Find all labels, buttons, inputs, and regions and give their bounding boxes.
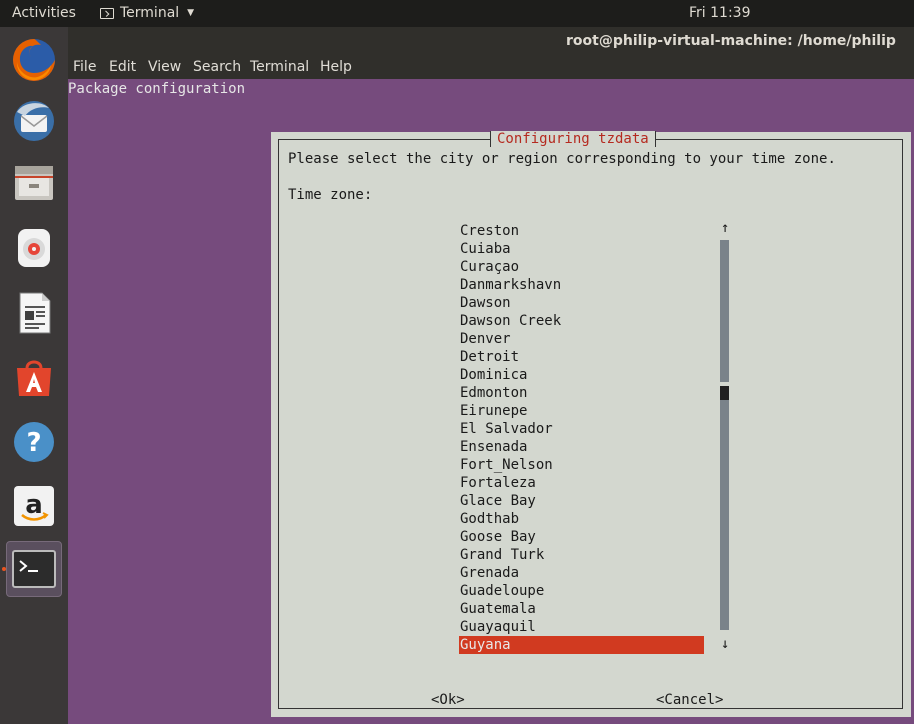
menu-edit[interactable]: Edit [109,59,136,75]
amazon-icon: a [14,486,54,526]
list-item[interactable]: El Salvador [459,420,704,438]
time-zone-list[interactable]: Creston Cuiaba Curaçao Danmarkshavn Daws… [459,222,704,654]
app-menu[interactable]: Terminal ▼ [100,5,194,21]
time-zone-label: Time zone: [288,187,373,203]
terminal-content[interactable]: Package configuration Configuring tzdata… [68,79,914,724]
menu-file[interactable]: File [73,59,96,75]
svg-text:?: ? [26,428,41,458]
list-item[interactable]: Dawson Creek [459,312,704,330]
rhythmbox-icon [18,229,50,267]
terminal-window: root@philip-virtual-machine: /home/phili… [68,27,914,724]
menu-search[interactable]: Search [193,59,241,75]
list-item[interactable]: Dominica [459,366,704,384]
running-indicator [2,567,6,571]
terminal-icon [12,550,56,588]
list-item[interactable]: Glace Bay [459,492,704,510]
dock-item-help[interactable]: ? [6,414,62,470]
list-item[interactable]: Grenada [459,564,704,582]
package-configuration-header: Package configuration [68,81,246,97]
firefox-icon [13,39,55,81]
list-item[interactable]: Creston [459,222,704,240]
menu-view[interactable]: View [148,59,181,75]
list-item[interactable]: Godthab [459,510,704,528]
window-titlebar[interactable]: root@philip-virtual-machine: /home/phili… [68,27,914,55]
scrollbar-thumb[interactable] [720,386,729,400]
menu-help[interactable]: Help [320,59,352,75]
list-item[interactable]: Ensenada [459,438,704,456]
dock: ? a [0,27,68,724]
list-item-selected[interactable]: Guyana [459,636,704,654]
ok-button[interactable]: <Ok> [431,692,465,708]
list-item[interactable]: Danmarkshavn [459,276,704,294]
dock-item-writer[interactable] [6,285,62,341]
dock-item-files[interactable] [6,155,62,211]
list-item[interactable]: Guatemala [459,600,704,618]
activities-button[interactable]: Activities [12,5,76,21]
dialog-prompt: Please select the city or region corresp… [288,151,836,167]
dialog-title: Configuring tzdata [490,131,656,147]
scrollbar-track[interactable] [720,240,729,630]
top-bar: Activities Terminal ▼ Fri 11:39 [0,0,914,27]
menu-terminal[interactable]: Terminal [250,59,309,75]
files-icon [15,166,53,200]
window-title: root@philip-virtual-machine: /home/phili… [566,33,896,49]
scroll-up-arrow-icon[interactable]: ↑ [721,220,729,236]
menu-bar: File Edit View Search Terminal Help [68,55,914,79]
app-menu-label: Terminal [120,5,180,21]
list-item[interactable]: Dawson [459,294,704,312]
list-item[interactable]: Fort_Nelson [459,456,704,474]
clock[interactable]: Fri 11:39 [689,5,750,21]
list-item[interactable]: Denver [459,330,704,348]
terminal-small-icon [100,7,114,19]
writer-icon [19,292,51,334]
list-item[interactable]: Cuiaba [459,240,704,258]
software-icon [17,360,51,396]
list-item[interactable]: Goose Bay [459,528,704,546]
scroll-down-arrow-icon[interactable]: ↓ [721,636,729,652]
list-item[interactable]: Fortaleza [459,474,704,492]
dock-item-terminal[interactable] [6,541,62,597]
list-item[interactable]: Guadeloupe [459,582,704,600]
cancel-button[interactable]: <Cancel> [656,692,723,708]
dock-item-rhythmbox[interactable] [6,220,62,276]
caret-down-icon: ▼ [187,8,195,18]
dock-item-firefox[interactable] [6,32,62,88]
tzdata-dialog: Configuring tzdata Please select the cit… [271,131,911,717]
list-item[interactable]: Detroit [459,348,704,366]
list-item[interactable]: Guayaquil [459,618,704,636]
dock-item-thunderbird[interactable] [6,93,62,149]
dock-item-software[interactable] [6,349,62,405]
dock-item-amazon[interactable]: a [6,478,62,534]
list-item[interactable]: Curaçao [459,258,704,276]
list-item[interactable]: Edmonton [459,384,704,402]
help-icon: ? [14,422,54,462]
svg-text:a: a [25,490,43,520]
list-item[interactable]: Eirunepe [459,402,704,420]
thunderbird-icon [14,101,54,141]
list-item[interactable]: Grand Turk [459,546,704,564]
